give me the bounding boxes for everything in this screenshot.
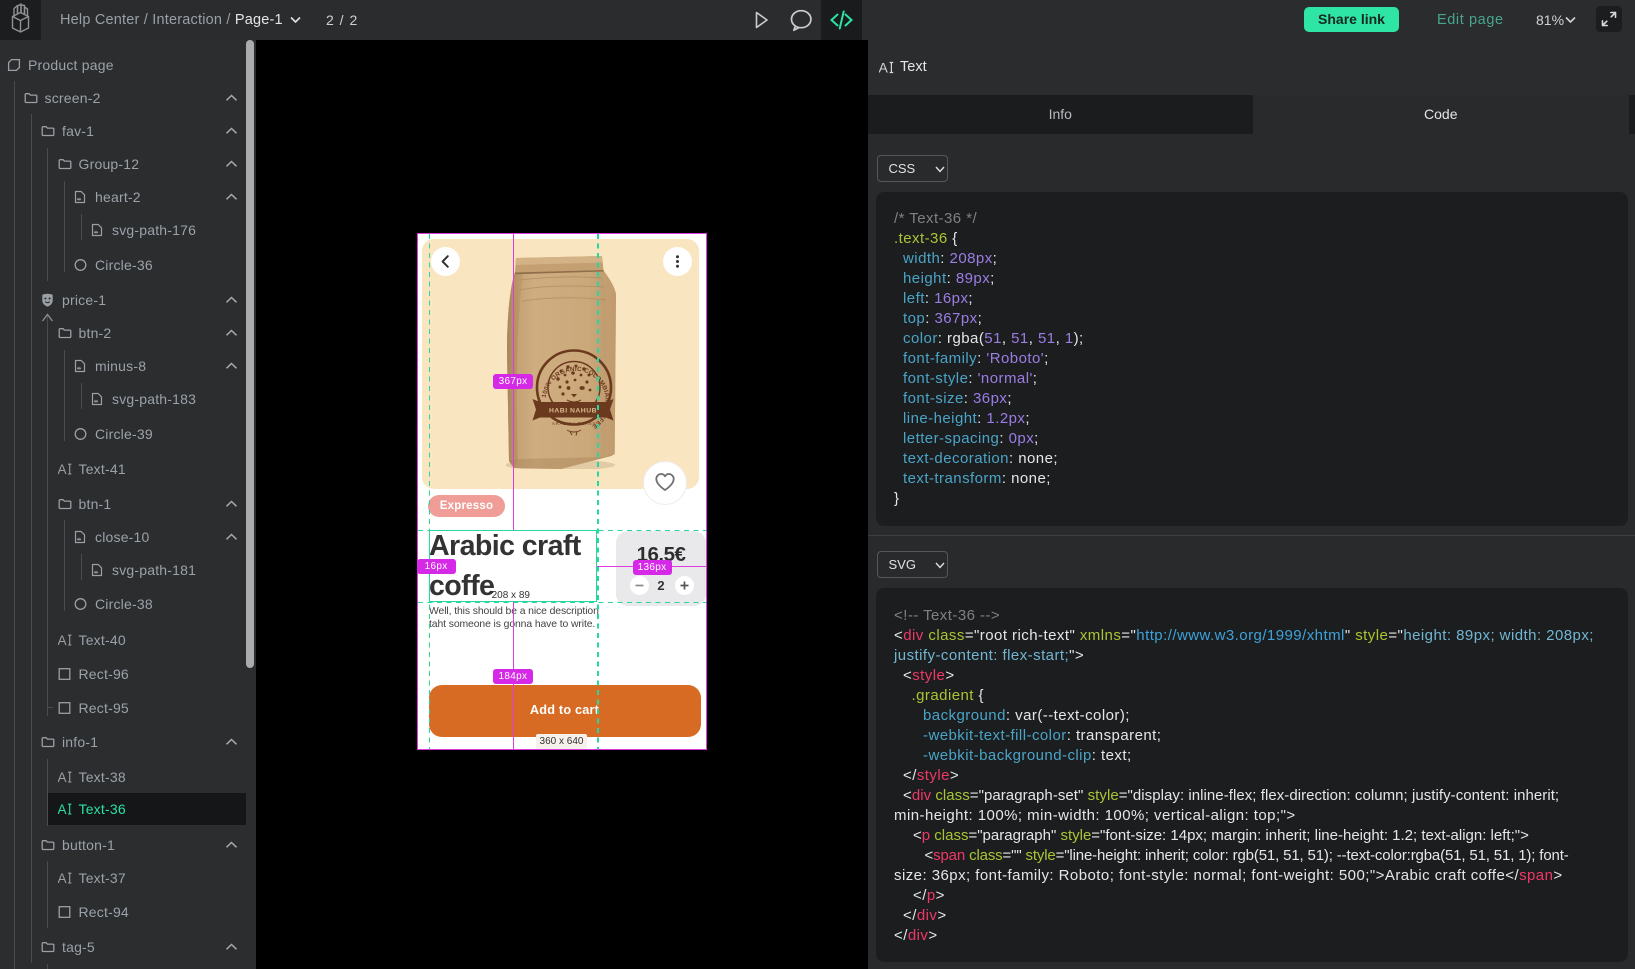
svg-text:A: A [58,633,67,647]
svg-text:A: A [58,871,67,885]
svg-text:A: A [879,60,889,75]
svg-text:A: A [58,770,67,784]
svg-text:A: A [58,802,67,816]
svg-text:ARABICA BEANS: ARABICA BEANS [552,421,596,426]
svg-text:A: A [58,462,67,476]
svg-text:HABI NAHUB: HABI NAHUB [549,408,597,415]
